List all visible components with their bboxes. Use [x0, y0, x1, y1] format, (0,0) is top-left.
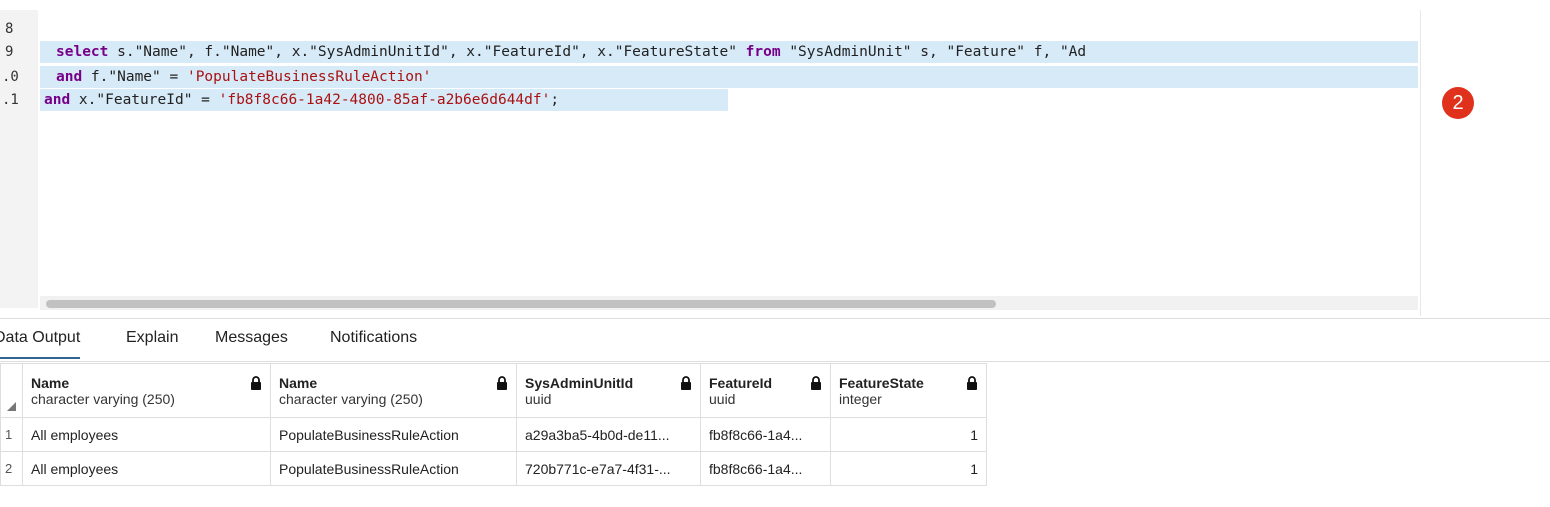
string-literal: 'PopulateBusinessRuleAction' [186, 69, 432, 85]
tab-data-output[interactable]: Data Output [0, 329, 81, 359]
line-number-gutter: 8 9 .0 .1 [0, 10, 38, 308]
column-header-featureid[interactable]: FeatureId uuid [700, 363, 831, 418]
column-name: Name [279, 374, 318, 391]
keyword-and: and [56, 69, 83, 85]
table-cell[interactable]: a29a3ba5-4b0d-de11... [516, 417, 701, 452]
lock-icon [811, 376, 821, 390]
column-header-featurestate[interactable]: FeatureState integer [830, 363, 987, 418]
column-type: integer [839, 390, 882, 407]
results-tabs: Data Output Explain Messages Notificatio… [0, 318, 1550, 362]
code-line-10[interactable]: and f."Name" = 'PopulateBusinessRuleActi… [40, 66, 1418, 88]
code-text: ; [550, 92, 560, 108]
tab-explain[interactable]: Explain [126, 329, 178, 359]
sql-editor[interactable]: 8 9 .0 .1 select s."Name", f."Name", x."… [0, 10, 1420, 320]
line-number: .1 [2, 92, 19, 108]
table-cell[interactable]: All employees [22, 451, 271, 486]
column-name: Name [31, 374, 70, 391]
tab-notifications[interactable]: Notifications [330, 329, 417, 359]
scrollbar-thumb[interactable] [46, 300, 996, 308]
string-literal: 'fb8f8c66-1a42-4800-85af-a2b6e6d644df' [218, 92, 551, 108]
table-cell[interactable]: PopulateBusinessRuleAction [270, 417, 517, 452]
column-header-name[interactable]: Name character varying (250) [270, 363, 517, 418]
code-line-9[interactable]: select s."Name", f."Name", x."SysAdminUn… [40, 41, 1418, 63]
keyword-and: and [44, 92, 71, 108]
column-header-sysadminunitid[interactable]: SysAdminUnitId uuid [516, 363, 701, 418]
line-number: .0 [2, 69, 19, 85]
table-cell[interactable]: 1 [830, 451, 987, 486]
lock-icon [497, 376, 507, 390]
row-number[interactable]: 2 [0, 451, 23, 486]
table-cell[interactable]: 1 [830, 417, 987, 452]
lock-icon [681, 376, 691, 390]
column-type: character varying (250) [31, 390, 175, 407]
column-type: uuid [525, 390, 552, 407]
line-number: 9 [5, 44, 14, 60]
table-cell[interactable]: fb8f8c66-1a4... [700, 417, 831, 452]
corner-cell[interactable] [0, 363, 23, 418]
tab-messages[interactable]: Messages [215, 329, 288, 359]
code-text: s."Name", f."Name", x."SysAdminUnitId", … [108, 44, 746, 60]
column-name: FeatureState [839, 374, 924, 391]
keyword-from: from [745, 44, 781, 60]
right-panel [1420, 10, 1550, 316]
row-number[interactable]: 1 [0, 417, 23, 452]
code-text: f."Name" = [82, 69, 187, 85]
column-type: character varying (250) [279, 390, 423, 407]
table-cell[interactable]: PopulateBusinessRuleAction [270, 451, 517, 486]
code-text: "SysAdminUnit" s, "Feature" f, "Ad [780, 44, 1087, 60]
line-number: 8 [5, 21, 14, 37]
select-all-icon[interactable] [7, 402, 16, 411]
lock-icon [967, 376, 977, 390]
table-row[interactable]: 1 All employees PopulateBusinessRuleActi… [0, 417, 987, 452]
column-name: FeatureId [709, 374, 773, 391]
table-cell[interactable]: fb8f8c66-1a4... [700, 451, 831, 486]
code-text: x."FeatureId" = [70, 92, 219, 108]
column-name: SysAdminUnitId [525, 374, 634, 391]
horizontal-scrollbar[interactable] [40, 296, 1418, 310]
column-type: uuid [709, 390, 736, 407]
keyword-select: select [56, 44, 109, 60]
column-header-name[interactable]: Name character varying (250) [22, 363, 271, 418]
table-cell[interactable]: 720b771c-e7a7-4f31-... [516, 451, 701, 486]
data-output-grid: Name character varying (250) Name charac… [0, 363, 987, 486]
code-line-11[interactable]: and x."FeatureId" = 'fb8f8c66-1a42-4800-… [40, 89, 728, 111]
lock-icon [251, 376, 261, 390]
table-cell[interactable]: All employees [22, 417, 271, 452]
table-row[interactable]: 2 All employees PopulateBusinessRuleActi… [0, 451, 987, 486]
step-badge: 2 [1442, 87, 1474, 119]
